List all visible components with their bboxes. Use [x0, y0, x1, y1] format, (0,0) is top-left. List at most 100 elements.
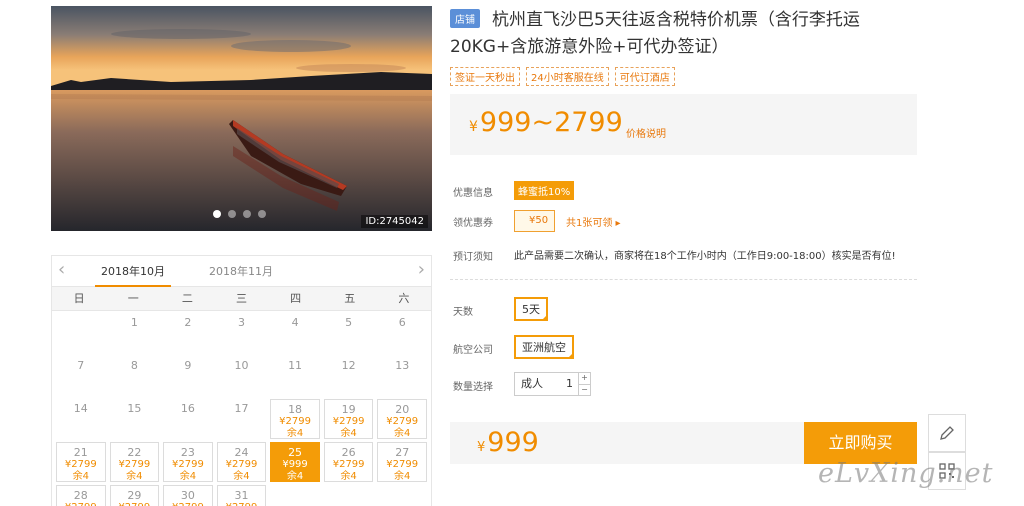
calendar-day: 17 [217, 399, 267, 439]
calendar-day: 15 [110, 399, 160, 439]
calendar-day: 16 [163, 399, 213, 439]
day-number: 4 [291, 316, 299, 329]
day-price: ¥2799 [164, 502, 212, 506]
product-tags: 签证一天秒出 24小时客服在线 可代订酒店 [450, 67, 675, 86]
tab-month-next[interactable]: 2018年11月 [209, 263, 273, 279]
airline-option[interactable]: 亚洲航空 [514, 335, 574, 359]
quantity-stepper: 成人 1 + − [514, 372, 591, 396]
day-price: ¥2799 [386, 416, 419, 427]
carousel-dot[interactable] [243, 210, 251, 218]
day-number: 10 [234, 359, 249, 372]
day-number: 15 [127, 402, 142, 415]
day-number: 5 [345, 316, 353, 329]
day-price: ¥999 [282, 459, 308, 470]
day-price: ¥2799 [172, 459, 204, 470]
day-price: ¥2799 [218, 502, 266, 506]
price-note-link[interactable]: 价格说明 [626, 125, 666, 140]
decrement-button[interactable]: − [579, 383, 590, 396]
day-price: ¥2799 [332, 416, 365, 427]
calendar-day-available[interactable]: 23 ¥2799 余4 [163, 442, 213, 482]
day-remaining: 余4 [394, 428, 411, 439]
sunset-lake-photo [51, 6, 432, 231]
tab-month-current[interactable]: 2018年10月 [95, 263, 171, 287]
day-price: ¥2799 [118, 459, 151, 470]
calendar-day-available[interactable]: 31¥2799余4 [216, 485, 267, 506]
calendar-day: 12 [324, 356, 374, 396]
discount-label: 优惠信息 [453, 188, 493, 199]
carousel-dot[interactable] [213, 210, 221, 218]
day-price: ¥2799 [279, 416, 311, 427]
day-number: 19 [341, 403, 356, 416]
feature-tag: 24小时客服在线 [526, 67, 609, 86]
calendar-day: 2 [163, 313, 213, 353]
day-number: 1 [130, 316, 138, 329]
calendar-day: 14 [56, 399, 106, 439]
calendar-day-available[interactable]: 19 ¥2799 余4 [323, 399, 374, 439]
calendar-day-available[interactable]: 29¥2799余4 [109, 485, 160, 506]
day-number: 14 [73, 402, 88, 415]
coupon-label: 领优惠券 [453, 218, 493, 229]
coupon-ticket[interactable]: ¥50 [514, 210, 556, 232]
days-label: 天数 [453, 307, 473, 318]
calendar-day: 7 [56, 356, 106, 396]
airline-label: 航空公司 [453, 345, 493, 356]
calendar-nav: ‹ 2018年10月 2018年11月 › [52, 256, 431, 287]
carousel-dot[interactable] [228, 210, 236, 218]
day-remaining: 余4 [72, 471, 89, 482]
day-price: ¥2799 [111, 502, 159, 506]
edit-icon[interactable] [928, 414, 966, 452]
day-remaining: 余4 [286, 428, 304, 439]
carousel-dot[interactable] [258, 210, 266, 218]
day-number: 25 [288, 446, 303, 459]
days-option[interactable]: 5天 [514, 297, 548, 321]
day-remaining: 余4 [340, 428, 357, 439]
calendar-day-available[interactable]: 28¥2799余4 [56, 485, 106, 506]
calendar-day: 11 [270, 356, 320, 396]
calendar-day-available[interactable]: 27 ¥2799 余4 [377, 442, 427, 482]
day-number: 13 [395, 359, 410, 372]
day-remaining: 余4 [394, 471, 411, 482]
calendar-day-available[interactable]: 26 ¥2799 余4 [323, 442, 374, 482]
day-number: 24 [234, 446, 249, 459]
calendar-day-available[interactable]: 21 ¥2799 余4 [56, 442, 106, 482]
calendar-day: 6 [377, 313, 427, 353]
day-number: 27 [395, 446, 410, 459]
coupon-get-link[interactable]: 共1张可领 ▸ [566, 214, 621, 229]
day-price: ¥2799 [57, 502, 105, 506]
weekday-label: 日 [73, 292, 85, 305]
day-number: 26 [341, 446, 356, 459]
weekday-label: 二 [181, 292, 193, 305]
day-remaining: 余4 [126, 471, 143, 482]
image-id-label: ID:2745042 [361, 215, 428, 228]
day-remaining: 余4 [340, 471, 357, 482]
calendar-day-available[interactable]: 30¥2799余4 [163, 485, 213, 506]
day-number: 16 [180, 402, 195, 415]
increment-button[interactable]: + [579, 373, 590, 384]
store-badge[interactable]: 店铺 [450, 9, 480, 28]
day-number: 31 [234, 489, 249, 502]
day-number: 2 [184, 316, 192, 329]
day-number: 30 [180, 489, 195, 502]
day-price: ¥2799 [332, 459, 365, 470]
calendar-day: 9 [163, 356, 213, 396]
calendar-day-available[interactable]: 25 ¥999 余4 [270, 442, 320, 482]
total-price: ¥999 [477, 426, 539, 465]
calendar-day [377, 485, 427, 506]
product-image[interactable]: ID:2745042 [51, 6, 432, 231]
chevron-left-icon[interactable]: ‹ [58, 261, 65, 279]
notice-text: 此产品需要二次确认，商家将在18个工作小时内（工作日9:00-18:00）核实是… [514, 251, 896, 262]
calendar-day: 10 [217, 356, 267, 396]
calendar-day: 4 [270, 313, 320, 353]
quantity-input[interactable]: 1 [552, 373, 578, 395]
product-title: 杭州直飞沙巴5天往返含税特价机票（含行李托运20KG+含旅游意外险+可代办签证） [450, 10, 860, 57]
day-number: 3 [237, 316, 245, 329]
calendar-day-available[interactable]: 24 ¥2799 余4 [216, 442, 267, 482]
price-range: ¥999~2799 [469, 106, 623, 144]
calendar-day-available[interactable]: 18 ¥2799 余4 [270, 399, 320, 439]
carousel-dots [213, 210, 266, 218]
calendar-day-available[interactable]: 20 ¥2799 余4 [377, 399, 427, 439]
chevron-right-icon[interactable]: › [418, 261, 425, 279]
calendar-day-available[interactable]: 22 ¥2799 余4 [109, 442, 160, 482]
day-remaining: 余4 [179, 471, 197, 482]
day-number: 8 [130, 359, 138, 372]
